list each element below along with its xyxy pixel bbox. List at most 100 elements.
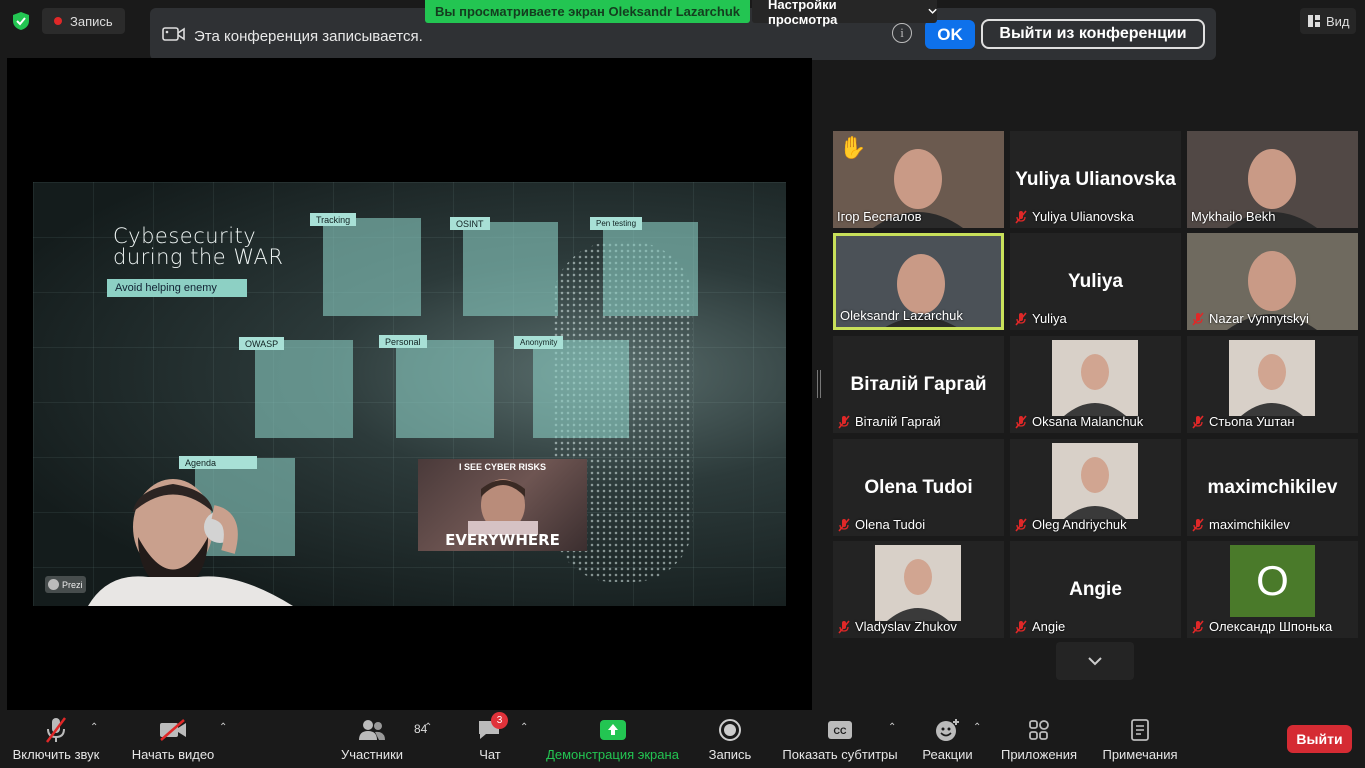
notes-button[interactable]: Примечания: [1100, 716, 1180, 766]
video-options-caret-icon[interactable]: ⌃: [219, 722, 227, 733]
leave-button[interactable]: Выйти: [1287, 725, 1352, 753]
participant-name: Стьопа Уштан: [1209, 414, 1295, 429]
apps-icon: [1029, 720, 1049, 740]
show-captions-label: Показать субтитры: [782, 747, 898, 762]
start-video-button[interactable]: Начать видео: [128, 716, 218, 766]
apps-label: Приложения: [1000, 747, 1078, 762]
microphone-muted-icon: [1015, 209, 1027, 224]
participant-tile[interactable]: Vladyslav Zhukov: [833, 541, 1004, 638]
view-options-dropdown[interactable]: Настройки просмотра: [752, 0, 937, 27]
participant-name-label: Yuliya: [1014, 311, 1067, 326]
view-button[interactable]: Вид: [1300, 8, 1356, 34]
recording-notice-text: Эта конференция записывается.: [194, 27, 423, 45]
slide-tile-label: Pen testing: [590, 217, 643, 230]
apps-button[interactable]: Приложения: [998, 716, 1080, 766]
participant-name-label: Oksana Malanchuk: [1014, 414, 1143, 429]
participant-tile[interactable]: Angie Angie: [1010, 541, 1181, 638]
participant-display-name: Olena Tudoi: [864, 477, 973, 498]
participant-name-label: Oleksandr Lazarchuk: [840, 308, 963, 323]
recording-indicator[interactable]: Запись: [42, 8, 125, 34]
participant-tile[interactable]: Mykhailo Bekh: [1187, 131, 1358, 228]
slide-tile-personal: [396, 340, 494, 438]
participants-icon: [359, 720, 385, 740]
slide-tile-anonymity: [533, 340, 629, 438]
captions-options-caret-icon[interactable]: ⌃: [888, 722, 896, 733]
show-captions-button[interactable]: CC Показать субтитры: [780, 716, 900, 766]
slide-tile-label: OSINT: [450, 217, 490, 230]
ok-button[interactable]: OK: [925, 20, 975, 49]
chat-options-caret-icon[interactable]: ⌃: [520, 722, 528, 733]
slide-tile-label: Agenda: [179, 456, 257, 469]
unmute-button[interactable]: Включить звук: [10, 716, 102, 766]
screen-share-banner: Вы просматриваете экран Oleksandr Lazarc…: [425, 0, 750, 23]
participant-tile[interactable]: O Олександр Шпонька: [1187, 541, 1358, 638]
reactions-button[interactable]: Реакции: [920, 716, 975, 766]
participant-tile[interactable]: Стьопа Уштан: [1187, 336, 1358, 433]
microphone-muted-icon: [1015, 619, 1027, 634]
participant-photo: [1052, 340, 1138, 416]
participant-display-name: Angie: [1069, 579, 1122, 600]
record-label: Запись: [708, 747, 752, 762]
reactions-options-caret-icon[interactable]: ⌃: [973, 722, 981, 733]
microphone-muted-icon: [838, 414, 850, 429]
record-button[interactable]: Запись: [705, 716, 755, 766]
participant-name: maximchikilev: [1209, 517, 1290, 532]
shield-icon[interactable]: [8, 8, 34, 34]
participant-tile[interactable]: Yuliya Ulianovska Yuliya Ulianovska: [1010, 131, 1181, 228]
participant-tile[interactable]: Nazar Vynnytskyi: [1187, 233, 1358, 330]
chat-button[interactable]: 3 Чат: [470, 712, 510, 766]
slide-tile-osint: [463, 222, 558, 316]
participant-name-label: Angie: [1014, 619, 1065, 634]
participant-tile[interactable]: maximchikilev maximchikilev: [1187, 439, 1358, 536]
participant-name: Yuliya Ulianovska: [1032, 209, 1134, 224]
participant-name: Oleksandr Lazarchuk: [840, 308, 963, 323]
participant-tile[interactable]: Olena Tudoi Olena Tudoi: [833, 439, 1004, 536]
participant-display-name: Yuliya Ulianovska: [1015, 169, 1176, 190]
participant-name-label: Олександр Шпонька: [1191, 619, 1332, 634]
leave-conference-button[interactable]: Выйти из конференции: [981, 19, 1205, 49]
participant-name-label: Ігор Беспалов: [837, 209, 922, 224]
view-label: Вид: [1326, 13, 1350, 29]
prezi-badge: Prezi: [45, 576, 86, 593]
reactions-label: Реакции: [922, 747, 973, 762]
participant-photo: [1052, 443, 1138, 519]
participant-initial-avatar: O: [1230, 545, 1315, 617]
gallery-next-page-button[interactable]: [1056, 642, 1134, 680]
participant-tile[interactable]: Yuliya Yuliya: [1010, 233, 1181, 330]
slide-subtitle: Avoid helping enemy: [107, 279, 247, 297]
participant-tile[interactable]: Oleksandr Lazarchuk: [833, 233, 1004, 330]
slide-tile-tracking: [323, 218, 421, 316]
audio-options-caret-icon[interactable]: ⌃: [90, 722, 98, 733]
share-screen-label: Демонстрация экрана: [546, 747, 679, 762]
prezi-label: Prezi: [62, 579, 83, 590]
closed-captions-icon: CC: [828, 721, 852, 739]
slide-title-line1: Cybesecurity: [113, 224, 257, 248]
participant-name-label: Стьопа Уштан: [1191, 414, 1295, 429]
participant-display-name: maximchikilev: [1207, 477, 1338, 498]
participants-options-caret-icon[interactable]: ⌃: [424, 722, 432, 733]
slide-tile-label: Tracking: [310, 213, 357, 226]
participant-name-label: Olena Tudoi: [837, 517, 925, 532]
participant-name: Олександр Шпонька: [1209, 619, 1333, 634]
grid-view-icon: [1308, 15, 1320, 27]
microphone-muted-icon: [1192, 311, 1204, 326]
participant-display-name: Віталій Гаргай: [850, 374, 987, 395]
participant-name: Vladyslav Zhukov: [855, 619, 957, 634]
share-screen-button[interactable]: Демонстрация экрана: [540, 716, 685, 766]
participant-tile[interactable]: Oksana Malanchuk: [1010, 336, 1181, 433]
participants-button[interactable]: 84 Участники: [334, 716, 427, 766]
splitter-handle[interactable]: [817, 370, 821, 398]
microphone-muted-icon: [1192, 517, 1204, 532]
participant-tile[interactable]: Oleg Andriychuk: [1010, 439, 1181, 536]
participants-label: Участники: [340, 747, 404, 762]
chevron-down-icon: [1088, 657, 1102, 666]
top-left-status: Запись: [8, 8, 125, 34]
recording-label: Запись: [70, 13, 113, 29]
notes-label: Примечания: [1102, 747, 1178, 762]
participant-photo: [1229, 340, 1315, 416]
shared-screen[interactable]: Cybesecurity during the WAR Avoid helpin…: [7, 58, 812, 710]
record-icon: [719, 719, 741, 741]
share-screen-icon: [599, 720, 626, 740]
participant-tile[interactable]: Віталій Гаргай Віталій Гаргай: [833, 336, 1004, 433]
participant-tile[interactable]: ✋ Ігор Беспалов: [833, 131, 1004, 228]
